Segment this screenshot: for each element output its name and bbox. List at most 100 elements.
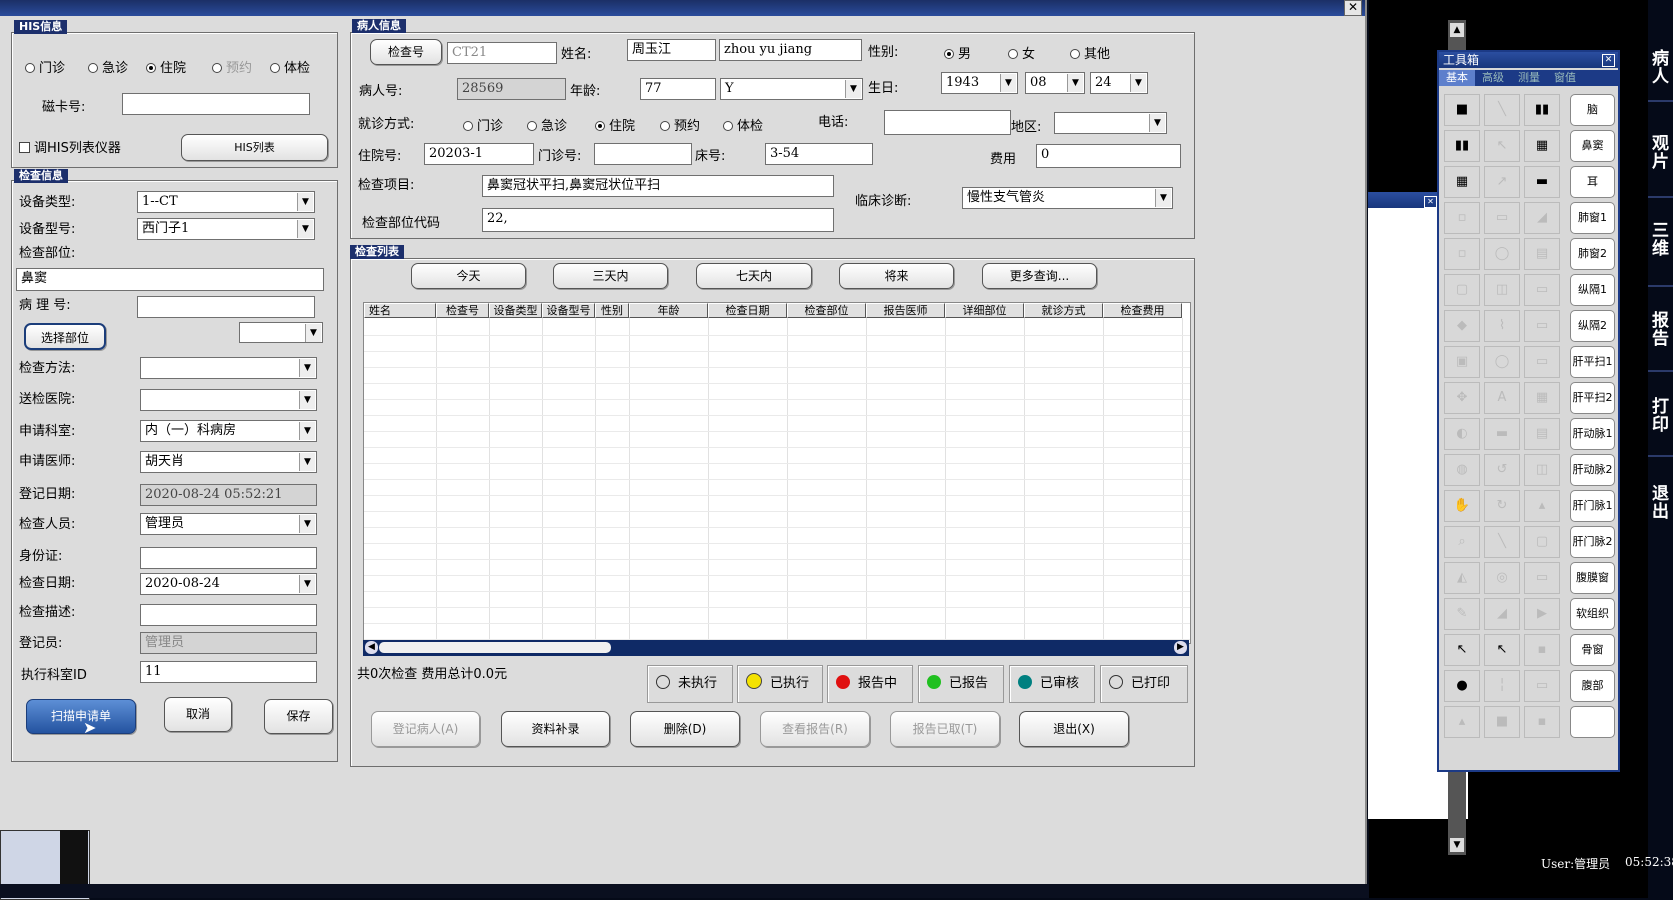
window-preset-button[interactable]: 肝动脉2 — [1570, 454, 1615, 486]
nav-patient[interactable]: 病人 — [1648, 50, 1673, 86]
column-header[interactable]: 设备型号 — [542, 303, 595, 318]
status-reviewed[interactable]: 已审核 — [1009, 665, 1095, 703]
window-preset-button[interactable]: 肝动脉1 — [1570, 418, 1615, 450]
his-radio-checkup[interactable]: 体检 — [270, 57, 310, 76]
exec-dept-input[interactable]: 11 — [140, 661, 317, 683]
tab-advanced[interactable]: 高级 — [1475, 70, 1511, 86]
method-select[interactable]: ▼ — [140, 357, 317, 379]
tool-button[interactable]: ▭ — [1524, 562, 1560, 594]
tool-button[interactable]: ✋ — [1444, 490, 1480, 522]
scroll-down-icon[interactable]: ▼ — [1450, 838, 1464, 852]
scan-request-button[interactable]: 扫描申请单 — [26, 699, 136, 734]
gender-radio-male[interactable]: 男 — [944, 43, 971, 62]
tool-button[interactable]: ↺ — [1484, 454, 1520, 486]
tool-button[interactable]: ▤ — [1524, 418, 1560, 450]
column-header[interactable]: 设备类型 — [489, 303, 542, 318]
device-model-select[interactable]: 西门子1 ▼ — [137, 218, 315, 240]
select-part-button[interactable]: 选择部位 — [24, 323, 106, 350]
window-preset-button[interactable]: 腹部 — [1570, 670, 1615, 702]
tool-button[interactable]: ╎ — [1484, 670, 1520, 702]
card-number-input[interactable] — [122, 93, 310, 115]
tool-button[interactable]: ■ — [1484, 706, 1520, 738]
tab-measure[interactable]: 测量 — [1511, 70, 1547, 86]
outpatient-number-input[interactable] — [594, 143, 692, 165]
tool-button[interactable]: ◯ — [1484, 238, 1520, 270]
tool-button[interactable]: ▭ — [1524, 346, 1560, 378]
window-preset-button[interactable]: 肺窗1 — [1570, 202, 1615, 234]
tool-button[interactable]: ▪ — [1524, 706, 1560, 738]
diagnosis-select[interactable]: 慢性支气管炎 ▼ — [962, 187, 1173, 209]
visit-radio-outpatient[interactable]: 门诊 — [463, 115, 503, 134]
delete-button[interactable]: 删除(D) — [630, 711, 740, 747]
tool-button[interactable]: ◭ — [1444, 562, 1480, 594]
his-radio-emergency[interactable]: 急诊 — [88, 57, 128, 76]
fee-input[interactable]: 0 — [1036, 144, 1181, 168]
window-preset-button[interactable]: 鼻窦 — [1570, 130, 1615, 162]
tool-button[interactable]: ▪ — [1524, 634, 1560, 666]
window-preset-button[interactable]: 肺窗2 — [1570, 238, 1615, 270]
tool-button[interactable]: ✎ — [1444, 598, 1480, 630]
device-type-select[interactable]: 1--CT ▼ — [137, 191, 315, 213]
scroll-right-icon[interactable]: ▶ — [1174, 641, 1187, 654]
part-input[interactable]: 鼻窦 — [16, 268, 324, 291]
filter-future-button[interactable]: 将来 — [839, 263, 954, 289]
tool-button[interactable]: ▴ — [1444, 706, 1480, 738]
exam-table[interactable]: 姓名 检查号 设备类型 设备型号 性别 年龄 检查日期 检查部位 报告医师 详细… — [363, 302, 1191, 644]
nav-print[interactable]: 打印 — [1648, 398, 1673, 434]
tool-button[interactable]: ↖ — [1484, 634, 1520, 666]
status-reporting[interactable]: 报告中 — [827, 665, 913, 703]
tool-button[interactable]: ▴ — [1524, 490, 1560, 522]
phone-input[interactable] — [884, 110, 1011, 135]
tool-button[interactable]: ⌇ — [1484, 310, 1520, 342]
tool-button[interactable]: ▬ — [1524, 166, 1560, 198]
view-report-button[interactable]: 查看报告(R) — [760, 711, 870, 747]
close-icon[interactable]: ✕ — [1424, 196, 1437, 208]
tool-button[interactable]: ▤ — [1524, 238, 1560, 270]
nav-view-images[interactable]: 观片 — [1648, 135, 1673, 171]
exam-item-input[interactable]: 鼻窦冠状平扫,鼻窦冠状位平扫 — [482, 175, 834, 197]
bed-input[interactable]: 3-54 — [765, 143, 873, 165]
window-preset-button[interactable]: 肝门脉2 — [1570, 526, 1615, 558]
tool-button[interactable]: ◆ — [1444, 310, 1480, 342]
tool-button[interactable]: ◐ — [1444, 418, 1480, 450]
tool-button[interactable]: ↖ — [1444, 634, 1480, 666]
pinyin-input[interactable]: zhou yu jiang — [719, 39, 862, 61]
exit-button[interactable]: 退出(X) — [1019, 711, 1129, 747]
tool-button[interactable]: ▶ — [1524, 598, 1560, 630]
tool-button[interactable]: ▬ — [1484, 418, 1520, 450]
part-extra-select[interactable]: ▼ — [239, 322, 323, 343]
tool-button[interactable]: ▭ — [1524, 310, 1560, 342]
birth-month-select[interactable]: 08 ▼ — [1025, 72, 1085, 94]
column-header[interactable]: 性别 — [595, 303, 629, 318]
scroll-left-icon[interactable]: ◀ — [365, 641, 378, 654]
supplement-data-button[interactable]: 资料补录 — [501, 711, 610, 747]
status-executed[interactable]: 已执行 — [737, 665, 823, 703]
gender-radio-female[interactable]: 女 — [1008, 43, 1035, 62]
visit-radio-inpatient[interactable]: 住院 — [595, 115, 635, 134]
save-button[interactable]: 保存 — [264, 699, 333, 734]
nav-3d[interactable]: 三维 — [1648, 222, 1673, 258]
id-input[interactable] — [140, 547, 317, 569]
tool-button[interactable]: ◢ — [1524, 202, 1560, 234]
window-preset-button[interactable]: 软组织 — [1570, 598, 1615, 630]
table-horizontal-scrollbar[interactable]: ◀ ▶ — [363, 640, 1189, 656]
tool-button[interactable]: ▦ — [1444, 166, 1480, 198]
tool-button[interactable]: ╲ — [1484, 526, 1520, 558]
tool-button[interactable]: ◫ — [1484, 274, 1520, 306]
region-select[interactable]: ▼ — [1054, 112, 1167, 134]
tool-button[interactable]: ▭ — [1484, 202, 1520, 234]
age-input[interactable]: 77 — [640, 78, 716, 100]
status-not-executed[interactable]: 未执行 — [647, 665, 733, 703]
status-reported[interactable]: 已报告 — [918, 665, 1004, 703]
gender-radio-other[interactable]: 其他 — [1070, 43, 1110, 62]
filter-7days-button[interactable]: 七天内 — [696, 263, 812, 289]
tool-button[interactable]: ↖ — [1484, 130, 1520, 162]
column-header[interactable]: 报告医师 — [866, 303, 945, 318]
age-unit-select[interactable]: Y ▼ — [720, 78, 863, 100]
tool-button[interactable]: ◢ — [1484, 598, 1520, 630]
nav-report[interactable]: 报告 — [1648, 312, 1673, 348]
his-radio-outpatient[interactable]: 门诊 — [25, 57, 65, 76]
visit-radio-appointment[interactable]: 预约 — [660, 115, 700, 134]
tool-button[interactable]: ▭ — [1524, 670, 1560, 702]
column-header[interactable]: 就诊方式 — [1024, 303, 1103, 318]
